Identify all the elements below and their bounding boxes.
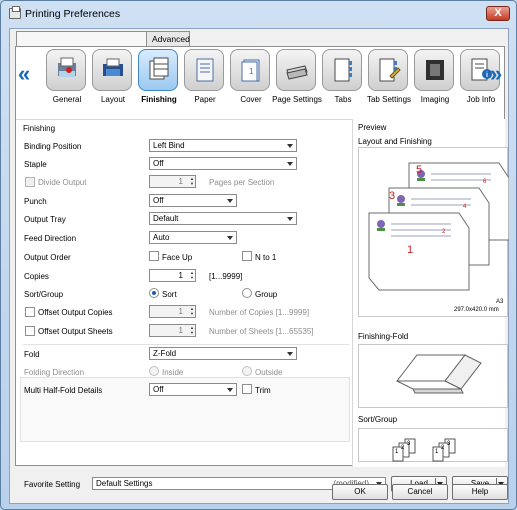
preview-pane: Preview Layout and Finishing 5 3 1 6 4 2… [352, 119, 510, 467]
ok-button[interactable]: OK [332, 484, 388, 500]
outside-radio-label: Outside [255, 368, 283, 377]
fold-preview-graphic [395, 354, 482, 394]
fold-preview-box [358, 344, 508, 408]
side-number-6: 6 [483, 179, 487, 185]
sort-page-2a: 2 [401, 445, 405, 451]
fold-select[interactable]: Z-Fold [149, 347, 297, 360]
offset-output-copies-checkbox[interactable] [25, 307, 35, 317]
multi-half-fold-label: Multi Half-Fold Details [24, 386, 103, 395]
inside-radio-label: Inside [162, 368, 184, 377]
punch-label: Punch [24, 197, 47, 206]
output-tray-select[interactable]: Default [149, 212, 297, 225]
output-tray-label: Output Tray [24, 215, 66, 224]
folding-direction-label: Folding Direction [24, 368, 85, 377]
separator [23, 344, 349, 345]
group-radio-label: Group [255, 290, 278, 299]
svg-text:i: i [486, 72, 488, 79]
paper-dims-label: 297.0x420.0 mm [454, 307, 499, 313]
pages-per-section-label: Pages per Section [209, 178, 275, 187]
close-button[interactable]: X [486, 6, 510, 21]
copies-stepper[interactable]: 1 [149, 269, 196, 282]
page-number-1: 1 [407, 244, 414, 256]
offset-sheets-stepper[interactable]: 1 [149, 324, 196, 337]
multi-half-fold-select[interactable]: Off [149, 383, 237, 396]
svg-text:1: 1 [249, 67, 254, 76]
feed-direction-label: Feed Direction [24, 234, 77, 243]
printing-preferences-window: Printing Preferences X Advanced « Genera… [0, 0, 517, 510]
staple-label: Staple [24, 160, 47, 169]
copies-range: [1...9999] [209, 272, 243, 281]
offset-output-sheets-label: Offset Output Sheets [38, 327, 113, 336]
face-up-checkbox[interactable] [149, 251, 159, 261]
sort-page-3a: 3 [407, 441, 411, 447]
offset-output-copies-label: Offset Output Copies [38, 308, 113, 317]
layout-preview-graphic [368, 162, 510, 291]
divide-output-checkbox[interactable] [25, 177, 35, 187]
sort-page-1a: 1 [395, 449, 399, 455]
sort-group-label: Sort/Group [24, 290, 64, 299]
sort-group-preview-title: Sort/Group [358, 415, 398, 424]
staple-select[interactable]: Off [149, 157, 297, 170]
trim-label: Trim [255, 386, 271, 395]
dialog-client-area: Advanced « General Layout Finishing Pape… [9, 28, 510, 504]
n-to-1-checkbox[interactable] [242, 251, 252, 261]
favorite-setting-label: Favorite Setting [24, 480, 81, 489]
outside-radio[interactable] [242, 366, 252, 376]
trim-checkbox[interactable] [242, 384, 252, 394]
group-radio[interactable] [242, 288, 252, 298]
cancel-button[interactable]: Cancel [392, 484, 448, 500]
offset-output-sheets-checkbox[interactable] [25, 326, 35, 336]
offset-copies-range: Number of Copies [1...9999] [209, 308, 310, 317]
tab-blank[interactable] [16, 31, 152, 47]
binding-position-label: Binding Position [24, 142, 82, 151]
finishing-fold-title: Finishing-Fold [358, 332, 409, 341]
paper-size-label: A3 [496, 299, 504, 305]
divide-output-stepper[interactable]: 1 [149, 175, 196, 188]
sort-preview-box: 1 2 3 1 2 3 [358, 428, 508, 462]
feed-direction-select[interactable]: Auto [149, 231, 237, 244]
sort-page-1b: 1 [435, 449, 439, 455]
sort-preview-graphic [392, 438, 456, 462]
help-button[interactable]: Help [452, 484, 508, 500]
favorite-setting-value: Default Settings [96, 479, 153, 488]
face-up-label: Face Up [162, 253, 193, 262]
inside-radio[interactable] [149, 366, 159, 376]
chevron-left-icon[interactable]: « [18, 61, 30, 87]
window-title: Printing Preferences [25, 8, 121, 20]
finishing-panel: « General Layout Finishing Paper 1 Cover… [15, 46, 510, 467]
offset-copies-stepper[interactable]: 1 [149, 305, 196, 318]
n-to-1-label: N to 1 [255, 253, 277, 262]
offset-sheets-range: Number of Sheets [1...65535] [209, 327, 314, 336]
toolbar-strip: « General Layout Finishing Paper 1 Cover… [16, 47, 504, 119]
layout-preview-box: 5 3 1 6 4 2 A3 297.0x420.0 mm [358, 147, 510, 317]
sort-radio[interactable] [149, 288, 159, 298]
tab-advanced[interactable]: Advanced [146, 31, 190, 47]
preview-title: Preview [358, 123, 387, 132]
sort-page-2b: 2 [441, 445, 445, 451]
settings-area: Finishing Binding Position Left Bind Sta… [16, 119, 352, 467]
copies-label: Copies [24, 272, 49, 281]
binding-position-select[interactable]: Left Bind [149, 139, 297, 152]
divide-output-label: Divide Output [38, 178, 87, 187]
toolbar-job-info-label: Job Info [466, 95, 496, 104]
sort-page-3b: 3 [447, 441, 451, 447]
page-number-5: 5 [416, 164, 423, 176]
section-title-finishing: Finishing [23, 124, 56, 133]
chevron-right-icon[interactable]: » [490, 61, 502, 87]
side-number-4: 4 [463, 204, 467, 210]
layout-finishing-title: Layout and Finishing [358, 137, 432, 146]
output-order-label: Output Order [24, 253, 71, 262]
printer-icon [9, 6, 21, 19]
sort-radio-label: Sort [162, 290, 177, 299]
side-number-2: 2 [442, 229, 446, 235]
title-bar[interactable]: Printing Preferences X [1, 1, 516, 28]
fold-label: Fold [24, 350, 40, 359]
punch-select[interactable]: Off [149, 194, 237, 207]
page-number-3: 3 [389, 190, 396, 202]
